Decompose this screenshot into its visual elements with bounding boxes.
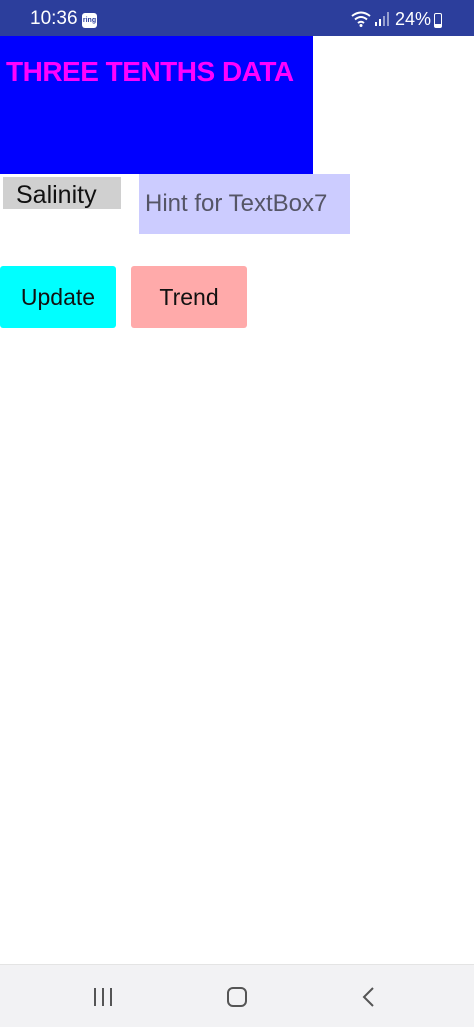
recent-apps-icon[interactable] (92, 987, 114, 1007)
ring-notification-icon: ring (82, 13, 97, 28)
navigation-bar (0, 964, 474, 1027)
battery-icon (434, 13, 442, 28)
signal-icon (375, 12, 389, 26)
wifi-icon (351, 11, 371, 27)
title-banner: THREE TENTHS DATA (0, 36, 313, 174)
back-icon[interactable] (361, 986, 377, 1008)
home-icon[interactable] (226, 986, 248, 1008)
salinity-textbox[interactable] (139, 174, 350, 234)
battery-percentage: 24% (395, 9, 432, 29)
page-title: THREE TENTHS DATA (6, 56, 294, 87)
update-button[interactable]: Update (0, 266, 116, 328)
trend-button[interactable]: Trend (131, 266, 247, 328)
status-time: 10:36 (30, 8, 78, 29)
salinity-label: Salinity (3, 177, 121, 209)
status-bar: 10:36 ring 24% (0, 0, 474, 36)
